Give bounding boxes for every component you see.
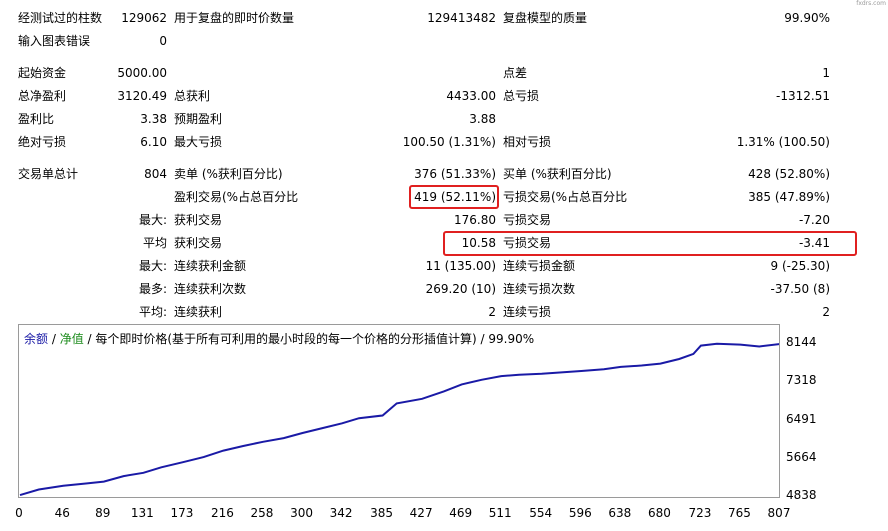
stat-model-quality-value: 99.90% xyxy=(784,11,830,25)
stat-average-profit-label: 获利交易 xyxy=(174,236,223,250)
stat-profit-factor-label: 盈利比 xyxy=(18,112,55,126)
stat-maximal-drawdown-value: 100.50 (1.31%) xyxy=(402,135,496,149)
stat-avg-consecutive-prefix: 平均: xyxy=(138,305,167,319)
balance-chart-frame xyxy=(18,324,780,498)
legend-separator: / xyxy=(83,332,96,346)
stat-spread-value: 1 xyxy=(822,66,830,80)
stat-avg-consecutive-wins-label: 连续获利 xyxy=(174,305,223,319)
highlight-profit-trades xyxy=(409,185,499,209)
stat-maximal-consecutive-profit-label: 连续获利次数 xyxy=(174,282,247,296)
x-tick-label: 385 xyxy=(370,506,394,520)
x-tick-label: 89 xyxy=(95,506,111,520)
x-tick-label: 427 xyxy=(409,506,433,520)
x-tick-label: 300 xyxy=(290,506,313,520)
x-tick-label: 554 xyxy=(529,506,553,520)
stat-relative-drawdown-label: 相对亏损 xyxy=(503,135,552,149)
stat-expected-payoff-label: 预期盈利 xyxy=(174,112,223,126)
stat-max-consecutive-losses-value: 9 (-25.30) xyxy=(770,259,831,273)
stat-long-positions-label: 买单 (%获利百分比) xyxy=(503,167,612,181)
stat-maximal-consecutive-prefix: 最多: xyxy=(138,282,167,296)
stat-net-profit-value: 3120.49 xyxy=(117,89,167,103)
stat-gross-loss-label: 总亏损 xyxy=(503,89,540,103)
x-tick-label: 511 xyxy=(488,506,512,520)
stat-model-quality-label: 复盘模型的质量 xyxy=(503,11,588,25)
stat-short-positions-label: 卖单 (%获利百分比) xyxy=(174,167,283,181)
stat-avg-consecutive-losses-label: 连续亏损 xyxy=(503,305,552,319)
stat-chart-errors-label: 输入图表错误 xyxy=(18,34,91,48)
stat-largest-loss-label: 亏损交易 xyxy=(503,213,552,227)
stat-loss-trades-value: 385 (47.89%) xyxy=(748,190,830,204)
stat-initial-deposit-label: 起始资金 xyxy=(18,66,67,80)
stat-max-consecutive-prefix: 最大: xyxy=(138,259,167,273)
stat-max-consecutive-wins-label: 连续获利金额 xyxy=(174,259,247,273)
legend-equity: 净值 xyxy=(59,332,84,346)
stat-ticks-label: 用于复盘的即时价数量 xyxy=(174,11,295,25)
chart-legend: 余额 / 净值 / 每个即时价格(基于所有可利用的最小时段的每一个价格的分形插值… xyxy=(24,330,534,347)
stat-total-trades-value: 804 xyxy=(144,167,167,181)
x-tick-label: 680 xyxy=(647,506,671,520)
stat-gross-profit-value: 4433.00 xyxy=(446,89,496,103)
x-tick-label: 469 xyxy=(449,506,473,520)
x-tick-label: 342 xyxy=(329,506,353,520)
y-tick-label: 8144 xyxy=(786,335,817,349)
stat-relative-drawdown-value: 1.31% (100.50) xyxy=(736,135,830,149)
x-tick-label: 638 xyxy=(608,506,632,520)
x-tick-label: 596 xyxy=(568,506,592,520)
stat-ticks-value: 129413482 xyxy=(427,11,496,25)
highlight-average-trades xyxy=(443,231,857,256)
stat-max-consecutive-losses-label: 连续亏损金额 xyxy=(503,259,576,273)
stat-total-trades-label: 交易单总计 xyxy=(18,167,79,181)
stat-gross-loss-value: -1312.51 xyxy=(776,89,830,103)
stat-bars-tested-label: 经测试过的柱数 xyxy=(18,11,103,25)
x-tick-label: 46 xyxy=(54,506,70,520)
stat-loss-trades-label: 亏损交易(%占总百分比 xyxy=(503,190,628,204)
watermark: fxdrs.com xyxy=(856,0,886,7)
stat-chart-errors-value: 0 xyxy=(159,34,167,48)
x-tick-label: 216 xyxy=(210,506,234,520)
y-tick-label: 4838 xyxy=(786,488,817,502)
stat-bars-tested-value: 129062 xyxy=(121,11,167,25)
stat-largest-prefix: 最大: xyxy=(138,213,167,227)
stat-profit-factor-value: 3.38 xyxy=(140,112,167,126)
y-tick-label: 6491 xyxy=(786,411,817,426)
stat-avg-consecutive-losses-value: 2 xyxy=(822,305,830,319)
stat-gross-profit-label: 总获利 xyxy=(174,89,211,103)
stat-maximal-consecutive-loss-label: 连续亏损次数 xyxy=(503,282,576,296)
legend-balance: 余额 xyxy=(24,332,49,346)
stat-average-prefix: 平均 xyxy=(142,236,167,250)
stat-net-profit-label: 总净盈利 xyxy=(18,89,67,103)
stat-largest-profit-value: 176.80 xyxy=(454,213,496,227)
stat-largest-profit-label: 获利交易 xyxy=(174,213,223,227)
x-tick-label: 131 xyxy=(130,506,154,520)
legend-separator: / xyxy=(48,332,60,346)
x-tick-label: 0 xyxy=(15,506,23,520)
stat-spread-label: 点差 xyxy=(503,66,528,80)
stat-initial-deposit-value: 5000.00 xyxy=(117,66,167,80)
stat-largest-loss-value: -7.20 xyxy=(798,213,830,227)
stat-max-consecutive-wins-value: 11 (135.00) xyxy=(425,259,496,273)
legend-description: 每个即时价格(基于所有可利用的最小时段的每一个价格的分形插值计算) / 99.9… xyxy=(95,332,535,346)
stat-long-positions-value: 428 (52.80%) xyxy=(748,167,830,181)
balance-line xyxy=(19,342,779,497)
x-tick-label: 807 xyxy=(767,506,791,520)
x-tick-label: 173 xyxy=(170,506,194,520)
stat-profit-trades-label: 盈利交易(%占总百分比 xyxy=(174,190,299,204)
x-tick-label: 765 xyxy=(727,506,751,520)
stat-absolute-drawdown-label: 绝对亏损 xyxy=(18,135,67,149)
stat-maximal-consecutive-loss-value: -37.50 (8) xyxy=(770,282,831,296)
y-tick-label: 5664 xyxy=(786,449,817,464)
stat-maximal-drawdown-label: 最大亏损 xyxy=(174,135,223,149)
stat-expected-payoff-value: 3.88 xyxy=(469,112,496,126)
stat-avg-consecutive-wins-value: 2 xyxy=(488,305,496,319)
y-tick-label: 7318 xyxy=(786,373,817,388)
stat-maximal-consecutive-profit-value: 269.20 (10) xyxy=(425,282,496,296)
x-tick-label: 258 xyxy=(250,506,274,520)
stat-short-positions-value: 376 (51.33%) xyxy=(414,167,496,181)
x-tick-label: 723 xyxy=(688,506,712,520)
balance-chart xyxy=(19,342,779,497)
stat-absolute-drawdown-value: 6.10 xyxy=(140,135,167,149)
